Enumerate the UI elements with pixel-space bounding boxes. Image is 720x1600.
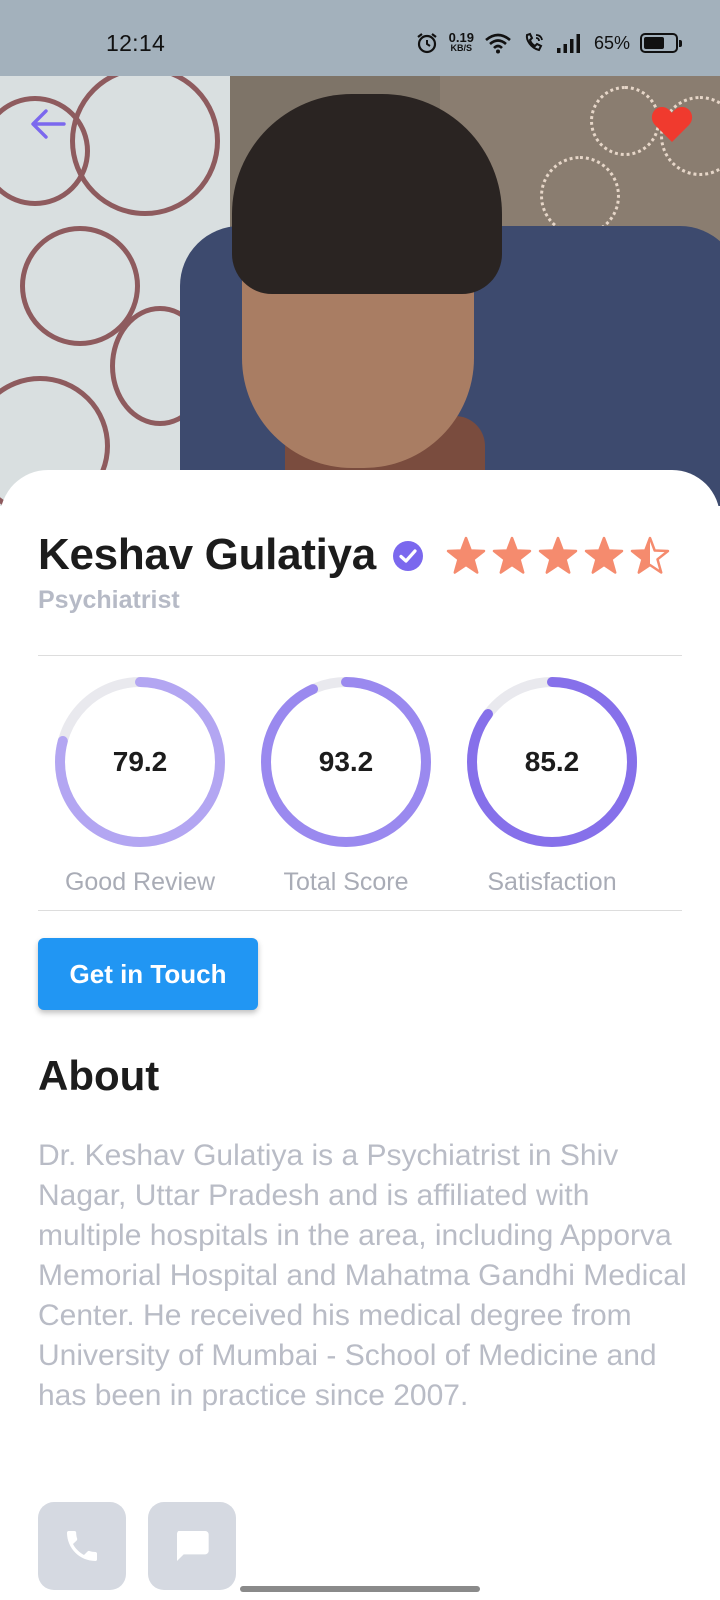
divider [38,910,682,911]
heart-icon[interactable] [650,104,694,144]
battery-level [644,37,664,49]
doctor-specialty: Psychiatrist [38,586,180,614]
metric-label: Good Review [64,868,216,896]
verified-badge-icon [393,541,423,571]
battery-icon [640,33,682,53]
about-text: Dr. Keshav Gulatiya is a Psychiatrist in… [38,1139,687,1412]
star-full-icon [538,536,578,574]
metric-satisfaction: 85.2 Satisfaction [462,672,642,897]
metric-good-review: 79.2 Good Review [50,672,230,897]
about-heading: About [38,1052,160,1099]
doctor-photo [0,76,720,506]
metric-value: 93.2 [318,746,374,777]
star-full-icon [584,536,624,574]
metric-total-score: 93.2 Total Score [256,672,436,897]
photo-pattern [540,156,620,236]
network-speed-value: 0.19 [448,30,474,45]
divider [38,655,682,656]
wifi-calling-icon [525,32,543,52]
message-button[interactable] [148,1502,236,1590]
profile-card [0,470,720,1600]
metric-value: 79.2 [112,746,168,777]
home-indicator[interactable] [240,1586,480,1592]
get-in-touch-button[interactable]: Get in Touch [38,938,258,1010]
call-button[interactable] [38,1502,126,1590]
chat-icon [177,1531,209,1561]
status-bar: 12:14 0.19 KB/S 65% [0,0,720,76]
metric-label: Total Score [283,868,409,896]
phone-icon [67,1531,97,1561]
wifi-icon [485,33,511,54]
rating-stars [446,536,670,576]
metric-label: Satisfaction [487,868,617,896]
star-full-icon [446,536,486,574]
signal-icon [556,34,580,53]
status-time: 12:14 [106,30,166,56]
network-speed-unit: KB/S [450,43,473,53]
star-full-icon [492,536,532,574]
photo-person [232,94,502,294]
metric-value: 85.2 [524,746,580,777]
alarm-icon [416,33,437,54]
battery-percent: 65% [593,32,630,53]
star-half-icon [630,536,670,574]
network-speed: 0.19 KB/S [448,30,474,53]
doctor-name: Keshav Gulatiya [38,530,376,579]
back-arrow-icon[interactable] [28,106,68,142]
status-icons: 0.19 KB/S 65% [415,28,682,58]
